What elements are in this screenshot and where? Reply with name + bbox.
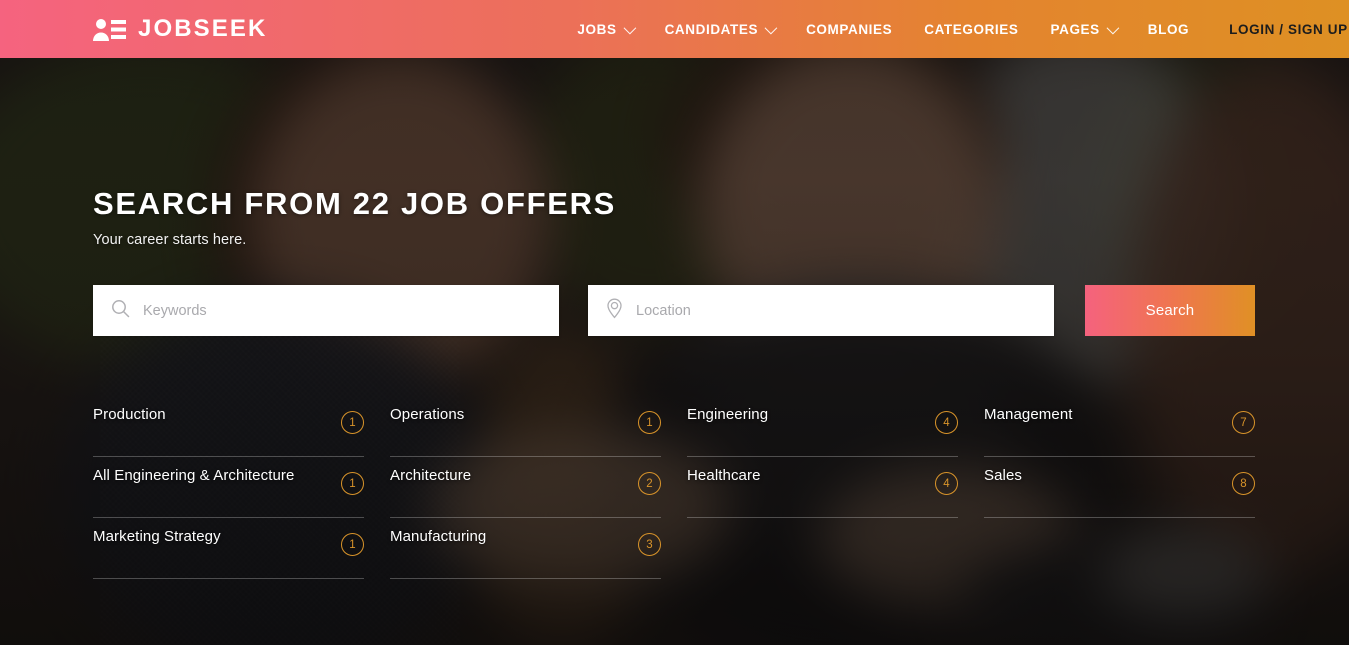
nav-label-blog: BLOG <box>1147 21 1190 37</box>
category-item-all-engineering-architecture[interactable]: All Engineering & Architecture 1 <box>93 457 364 518</box>
category-item-healthcare[interactable]: Healthcare 4 <box>687 457 958 518</box>
contact-card-icon <box>92 17 126 42</box>
category-label: Marketing Strategy <box>93 528 221 545</box>
category-count-badge: 4 <box>935 411 958 434</box>
chevron-down-icon <box>764 21 778 34</box>
search-icon <box>111 299 130 323</box>
category-count-badge: 3 <box>638 533 661 556</box>
category-item-architecture[interactable]: Architecture 2 <box>390 457 661 518</box>
category-item-sales[interactable]: Sales 8 <box>984 457 1255 518</box>
chevron-down-icon <box>623 21 636 34</box>
category-item-production[interactable]: Production 1 <box>93 396 364 457</box>
category-label: Production <box>93 406 166 423</box>
category-item-operations[interactable]: Operations 1 <box>390 396 661 457</box>
category-label: Manufacturing <box>390 528 487 545</box>
nav-label-candidates: CANDIDATES <box>664 21 759 37</box>
category-item-management[interactable]: Management 7 <box>984 396 1255 457</box>
hero-text-block: SEARCH FROM 22 JOB OFFERS Your career st… <box>93 186 616 248</box>
category-count-badge: 1 <box>638 411 661 434</box>
jobseek-landing-page: JOBSEEK JOBS CANDIDATES COMPANIES CATEGO… <box>0 0 1349 645</box>
nav-item-pages[interactable]: PAGES <box>1035 21 1132 37</box>
category-column-3: Engineering 4 Healthcare 4 <box>687 396 958 579</box>
category-column-2: Operations 1 Architecture 2 Manufacturin… <box>390 396 661 579</box>
category-item-manufacturing[interactable]: Manufacturing 3 <box>390 518 661 579</box>
category-count-badge: 2 <box>638 472 661 495</box>
category-count-badge: 7 <box>1232 411 1255 434</box>
nav-label-categories: CATEGORIES <box>924 21 1019 37</box>
category-item-marketing-strategy[interactable]: Marketing Strategy 1 <box>93 518 364 579</box>
nav-item-companies[interactable]: COMPANIES <box>790 22 908 37</box>
keywords-field-wrapper[interactable] <box>93 285 559 336</box>
search-input[interactable] <box>143 302 559 319</box>
category-label: Operations <box>390 406 465 423</box>
category-label: Sales <box>984 467 1023 484</box>
job-search-bar: Search <box>93 285 1255 336</box>
nav-item-candidates[interactable]: CANDIDATES <box>649 21 791 37</box>
category-count-badge: 8 <box>1232 472 1255 495</box>
site-header: JOBSEEK JOBS CANDIDATES COMPANIES CATEGO… <box>0 0 1349 58</box>
category-count-badge: 1 <box>341 411 364 434</box>
category-label: Healthcare <box>687 467 761 484</box>
category-label: All Engineering & Architecture <box>93 467 295 484</box>
category-count-badge: 1 <box>341 472 364 495</box>
nav-label-pages: PAGES <box>1050 21 1100 37</box>
category-column-4: Management 7 Sales 8 <box>984 396 1255 579</box>
page-subtitle: Your career starts here. <box>93 231 247 248</box>
search-button[interactable]: Search <box>1085 285 1255 336</box>
nav-item-login-signup[interactable]: LOGIN / SIGN UP <box>1213 22 1348 37</box>
main-navigation: JOBS CANDIDATES COMPANIES CATEGORIES PAG… <box>561 21 1348 37</box>
chevron-down-icon <box>1106 21 1120 34</box>
nav-item-categories[interactable]: CATEGORIES <box>908 22 1034 37</box>
category-grid: Production 1 All Engineering & Architect… <box>93 396 1255 579</box>
category-item-engineering[interactable]: Engineering 4 <box>687 396 958 457</box>
nav-item-jobs[interactable]: JOBS <box>561 21 648 37</box>
map-pin-icon <box>606 298 623 324</box>
location-input[interactable] <box>636 302 1054 319</box>
nav-label-jobs: JOBS <box>577 21 617 37</box>
location-field-wrapper[interactable] <box>588 285 1054 336</box>
nav-item-blog[interactable]: BLOG <box>1132 22 1205 37</box>
nav-label-companies: COMPANIES <box>806 21 893 37</box>
category-count-badge: 4 <box>935 472 958 495</box>
category-label: Architecture <box>390 467 472 484</box>
nav-label-login-signup: LOGIN / SIGN UP <box>1229 21 1348 37</box>
page-title: SEARCH FROM 22 JOB OFFERS <box>93 186 617 221</box>
category-label: Management <box>984 406 1073 423</box>
category-count-badge: 1 <box>341 533 364 556</box>
brand-logo[interactable]: JOBSEEK <box>92 15 267 43</box>
category-column-1: Production 1 All Engineering & Architect… <box>93 396 364 579</box>
category-label: Engineering <box>687 406 769 423</box>
brand-name: JOBSEEK <box>138 15 268 42</box>
